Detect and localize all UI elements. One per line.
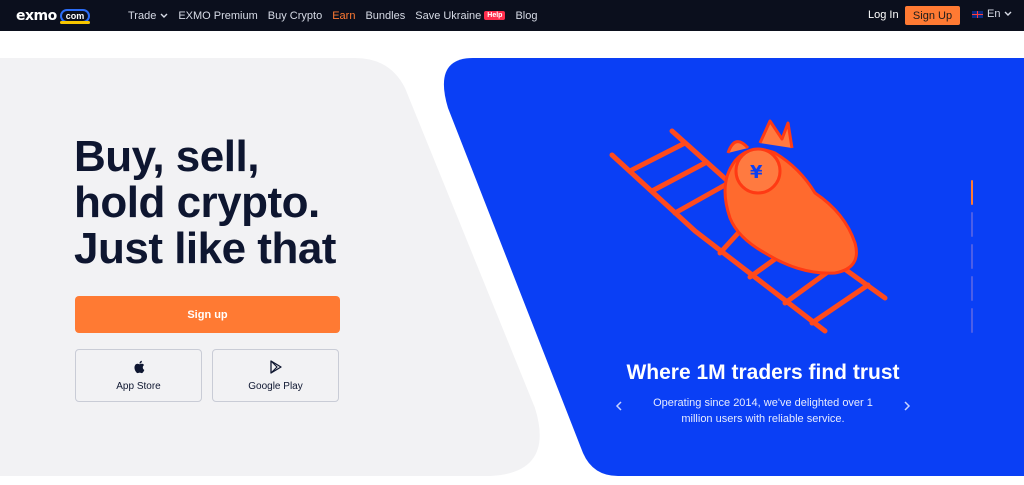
slide-title: Where 1M traders find trust	[626, 361, 900, 384]
nav-item-exmo-premium[interactable]: EXMO Premium	[178, 10, 257, 22]
google-play-button[interactable]: Google Play	[212, 349, 339, 402]
logo-badge: com	[59, 9, 91, 24]
login-link[interactable]: Log In	[868, 9, 899, 21]
nav-item-buy-crypto[interactable]: Buy Crypto	[268, 10, 322, 22]
slide-indicators	[971, 180, 975, 340]
apple-icon	[133, 359, 145, 375]
nav-item-bundles[interactable]: Bundles	[365, 10, 405, 22]
language-selector[interactable]: En	[972, 8, 1012, 20]
slide-indicator[interactable]	[971, 212, 973, 237]
slide-indicator[interactable]	[971, 180, 973, 205]
slide-indicator[interactable]	[971, 276, 973, 301]
slide-indicator[interactable]	[971, 244, 973, 269]
slide-description: Operating since 2014, we've delighted ov…	[653, 397, 873, 425]
slide-indicator[interactable]	[971, 308, 973, 333]
chevron-right-icon	[904, 401, 911, 411]
slide-next-button[interactable]	[904, 398, 911, 414]
ladder-bitcoin-illustration: ¥	[609, 119, 888, 334]
app-store-button[interactable]: App Store	[75, 349, 202, 402]
signup-button-top[interactable]: Sign Up	[905, 6, 960, 25]
chevron-down-icon	[1004, 11, 1012, 16]
uk-flag-icon	[972, 10, 983, 18]
headline-line-3: Just like that	[74, 224, 336, 273]
google-play-label: Google Play	[248, 381, 303, 392]
exmo-logo[interactable]: exmo com	[16, 8, 91, 24]
logo-text: exmo	[16, 8, 57, 24]
language-label: En	[987, 8, 1001, 20]
headline-line-1: Buy, sell,	[74, 132, 259, 181]
nav-item-blog[interactable]: Blog	[515, 10, 537, 22]
headline-line-2: hold crypto.	[74, 178, 320, 227]
nav-item-earn[interactable]: Earn	[332, 10, 355, 22]
hero-headline: Buy, sell, hold crypto. Just like that	[74, 134, 336, 272]
google-play-icon	[269, 359, 282, 375]
signup-button[interactable]: Sign up	[75, 296, 340, 333]
nav-item-save-ukraine[interactable]: Save Ukraine Help	[415, 10, 506, 22]
svg-text:¥: ¥	[750, 162, 763, 183]
chevron-down-icon	[160, 13, 168, 18]
help-badge: Help	[484, 11, 506, 20]
app-store-label: App Store	[116, 381, 161, 392]
chevron-left-icon	[615, 401, 622, 411]
top-navigation: exmo com Trade EXMO Premium Buy Crypto E…	[0, 0, 1024, 31]
nav-item-trade[interactable]: Trade	[128, 10, 168, 22]
slide-prev-button[interactable]	[615, 398, 622, 414]
nav-links: Trade EXMO Premium Buy Crypto Earn Bundl…	[128, 0, 547, 31]
